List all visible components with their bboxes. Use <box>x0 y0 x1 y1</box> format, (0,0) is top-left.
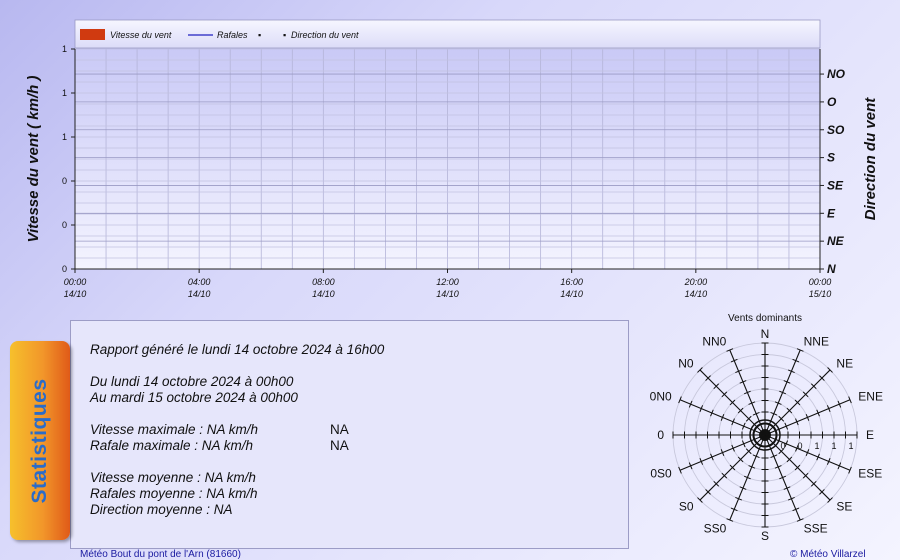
x-tick-label-time: 16:00 <box>560 277 583 287</box>
y-left-tick-label: 0 <box>62 220 67 230</box>
legend-label-gusts: Rafales <box>217 30 248 40</box>
legend-marker: ▪ <box>258 30 261 40</box>
y-left-tick-label: 0 <box>62 176 67 186</box>
wind-rose-radial-label: 1 <box>848 441 853 451</box>
wind-rose-radial-label: 0 <box>797 441 802 451</box>
wind-rose-direction-label: ENE <box>858 389 883 403</box>
wind-rose-direction-label: NN0 <box>702 335 726 349</box>
y-right-tick-label: S <box>827 151 835 165</box>
avg-speed-text: Vitesse moyenne : NA km/h <box>90 470 256 485</box>
legend-swatch-speed <box>80 29 105 40</box>
wind-rose-direction-label: N <box>761 327 770 341</box>
y-right-tick-label: E <box>827 206 836 220</box>
y-left-tick-label: 1 <box>62 132 67 142</box>
avg-gust-text: Rafales moyenne : NA km/h <box>90 486 258 501</box>
wind-rose-radial-label: 1 <box>831 441 836 451</box>
legend-box <box>74 19 821 49</box>
x-tick-label-date: 14/10 <box>312 289 335 299</box>
y-right-tick-label: SE <box>827 178 844 192</box>
x-tick-label-time: 00:00 <box>809 277 832 287</box>
x-tick-label-date: 14/10 <box>685 289 708 299</box>
wind-rose-radial-label: 1 <box>814 441 819 451</box>
y-right-tick-label: N <box>827 262 836 276</box>
y-right-tick-label: NE <box>827 234 845 248</box>
wind-rose-direction-label: S <box>761 529 769 543</box>
statistics-tab[interactable]: Statistiques <box>10 341 70 540</box>
y-left-tick-label: 1 <box>62 44 67 54</box>
wind-rose-direction-label: 0 <box>657 428 664 442</box>
y-left-tick-label: 0 <box>62 264 67 274</box>
wind-rose-direction-label: SSE <box>804 521 828 535</box>
x-tick-label-time: 08:00 <box>312 277 335 287</box>
x-tick-label-date: 14/10 <box>188 289 211 299</box>
x-tick-label-time: 00:00 <box>64 277 87 287</box>
copyright-text: © Météo Villarzel <box>790 549 866 560</box>
report-generated-text: Rapport généré le lundi 14 octobre 2024 … <box>90 342 385 357</box>
statistics-panel: Rapport généré le lundi 14 octobre 2024 … <box>70 320 629 549</box>
y-right-tick-label: NO <box>827 67 846 81</box>
y-right-tick-label: SO <box>827 123 845 137</box>
wind-rose-title: Vents dominants <box>728 313 802 324</box>
wind-rose-radial-label: 0 <box>780 441 785 451</box>
x-tick-label-time: 12:00 <box>436 277 459 287</box>
period-to-text: Au mardi 15 octobre 2024 à 00h00 <box>90 390 298 405</box>
legend-label-direction: Direction du vent <box>291 30 359 40</box>
max-speed-value: NA <box>330 422 349 437</box>
wind-rose-direction-label: SE <box>836 499 852 513</box>
y-left-tick-label: 1 <box>62 88 67 98</box>
y-axis-right-title: Direction du vent <box>862 97 879 221</box>
x-tick-label-date: 14/10 <box>64 289 87 299</box>
wind-rose-direction-label: N0 <box>678 357 694 371</box>
wind-rose-direction-label: 0S0 <box>650 467 672 481</box>
wind-rose-direction-label: 0N0 <box>650 389 672 403</box>
x-tick-label-time: 04:00 <box>188 277 211 287</box>
statistics-tab-label: Statistiques <box>28 377 51 504</box>
x-tick-label-time: 20:00 <box>684 277 708 287</box>
wind-rose-direction-label: NE <box>836 357 853 371</box>
max-gust-value: NA <box>330 438 349 453</box>
legend-marker-direction: ▪ <box>283 30 286 40</box>
y-axis-left-title: Vitesse du vent ( km/h ) <box>25 76 42 243</box>
x-tick-label-date: 15/10 <box>809 289 832 299</box>
station-name: Météo Bout du pont de l'Arn (81660) <box>80 549 241 560</box>
x-tick-label-date: 14/10 <box>436 289 459 299</box>
legend-label-speed: Vitesse du vent <box>110 30 172 40</box>
wind-rose-direction-label: ESE <box>858 467 882 481</box>
max-gust-text: Rafale maximale : NA km/h <box>90 438 254 453</box>
wind-rose-direction-label: E <box>866 428 874 442</box>
max-speed-text: Vitesse maximale : NA km/h <box>90 422 259 437</box>
wind-rose-direction-label: SS0 <box>704 521 727 535</box>
wind-rose-direction-label: S0 <box>679 499 694 513</box>
x-tick-label-date: 14/10 <box>560 289 583 299</box>
avg-direction-text: Direction moyenne : NA <box>90 502 233 517</box>
wind-rose-direction-label: NNE <box>804 335 829 349</box>
y-right-tick-label: O <box>827 95 837 109</box>
period-from-text: Du lundi 14 octobre 2024 à 00h00 <box>90 374 294 389</box>
